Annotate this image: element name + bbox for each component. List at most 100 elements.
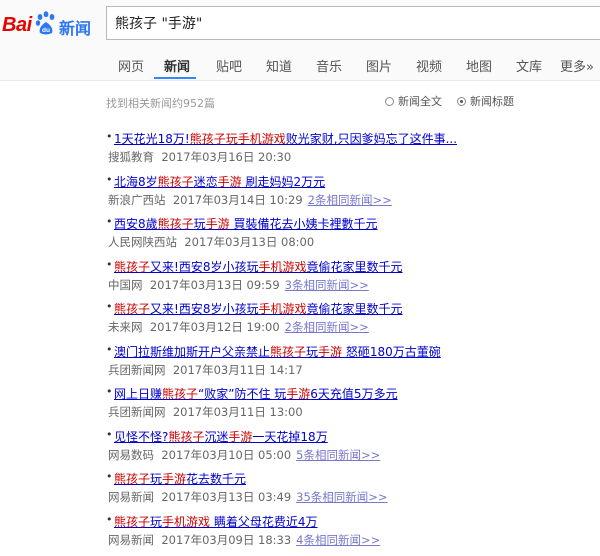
news-time: 2017年03月13日 03:49 xyxy=(161,490,292,504)
baidu-news-logo[interactable]: Bai du 新闻 xyxy=(2,10,102,38)
title-keyword: 手游 xyxy=(228,429,253,444)
title-keyword: 手游 xyxy=(318,344,343,359)
tab-images[interactable]: 图片 xyxy=(366,56,392,75)
news-time: 2017年03月13日 09:59 xyxy=(149,277,280,292)
same-news-link[interactable]: 5条相同新闻>> xyxy=(296,448,380,462)
title-segment: 買裝備花去小姨卡裡數千元 xyxy=(229,217,378,231)
news-result-item: • 西安8歲熊孩子玩手游 買裝備花去小姨卡裡數千元 人民网陕西站 2017年03月1… xyxy=(106,213,586,256)
logo-news-text: 新闻 xyxy=(59,19,92,38)
bullet-icon: • xyxy=(106,300,113,313)
news-result-list: • 1天花光18万!熊孩子玩手机游戏败光家财,只因爹妈忘了这件事... 搜狐教育 2… xyxy=(106,128,586,553)
news-source: 网易新闻 xyxy=(108,532,154,547)
news-meta: 网易数码 2017年03月10日 05:00 5条相同新闻>> xyxy=(108,447,380,463)
title-segment: 6天充值5万多元 xyxy=(310,387,398,401)
tab-more[interactable]: 更多» xyxy=(560,56,594,75)
title-segment: 刷走妈妈2万元 xyxy=(241,174,326,189)
title-segment: 又来!西安8岁小孩玩 xyxy=(150,259,259,274)
same-news-link[interactable]: 35条相同新闻>> xyxy=(296,490,387,504)
news-meta: 网易新闻 2017年03月09日 18:33 4条相同新闻>> xyxy=(108,532,380,548)
radio-dot-title[interactable] xyxy=(457,96,466,106)
radio-dot-fulltext[interactable] xyxy=(385,96,394,106)
tab-web[interactable]: 网页 xyxy=(118,56,144,75)
same-news-link[interactable]: 4条相同新闻>> xyxy=(296,533,380,547)
title-keyword: 熊孩子 xyxy=(114,472,151,486)
title-keyword: 熊孩子 xyxy=(114,259,151,274)
title-keyword: 熊孩子 xyxy=(189,132,226,146)
news-title-link[interactable]: 熊孩子又来!西安8岁小孩玩手机游戏竟偷花家里数千元 xyxy=(114,258,403,275)
title-segment: 1天花光18万! xyxy=(114,132,190,146)
tab-wenku[interactable]: 文库 xyxy=(516,56,542,75)
news-time: 2017年03月11日 13:00 xyxy=(172,405,303,419)
title-segment: 沉迷 xyxy=(204,429,229,444)
news-result-item: • 熊孩子又来!西安8岁小孩玩手机游戏竟偷花家里数千元 中国网 2017年03月13… xyxy=(106,256,586,299)
news-title-link[interactable]: 网上日赚熊孩子“败家”防不住 玩手游6天充值5万多元 xyxy=(114,385,398,402)
news-title-link[interactable]: 1天花光18万!熊孩子玩手机游戏败光家财,只因爹妈忘了这件事... xyxy=(114,130,457,147)
news-title-link[interactable]: 西安8歲熊孩子玩手游 買裝備花去小姨卡裡數千元 xyxy=(114,215,378,232)
news-result-item: • 北海8岁熊孩子迷恋手游 刷走妈妈2万元 新浪广西站 2017年03月14日 10… xyxy=(106,171,586,214)
radio-option-title[interactable]: 新闻标题 xyxy=(457,93,514,109)
bullet-icon: • xyxy=(106,512,113,526)
title-segment: 怒砸180万古董碗 xyxy=(342,344,441,359)
title-segment: 见怪不怪? xyxy=(114,429,169,444)
title-keyword: 熊孩子 xyxy=(168,429,205,444)
news-time: 2017年03月12日 19:00 xyxy=(149,320,280,334)
title-segment: 澳门拉斯维加斯开户父亲禁止 xyxy=(114,344,271,359)
title-segment: 一天花掉18万 xyxy=(252,429,328,444)
header-bar: Bai du 新闻 xyxy=(0,0,600,48)
logo-bai-text: Bai xyxy=(2,14,32,36)
title-keyword: 手机游戏 xyxy=(162,514,211,529)
news-title-link[interactable]: 熊孩子玩手机游戏 瞒着父母花费近4万 xyxy=(114,513,318,530)
title-segment: “败家”防不住 玩 xyxy=(198,387,287,401)
title-keyword: 熊孩子 xyxy=(157,174,194,189)
radio-label-title: 新闻标题 xyxy=(470,95,514,108)
news-title-link[interactable]: 澳门拉斯维加斯开户父亲禁止熊孩子玩手游 怒砸180万古董碗 xyxy=(114,343,441,360)
title-segment: 玩 xyxy=(150,514,163,529)
search-input[interactable] xyxy=(106,6,600,40)
news-result-item: • 网上日赚熊孩子“败家”防不住 玩手游6天充值5万多元 兵团新闻网 2017年03… xyxy=(106,383,586,426)
radio-label-fulltext: 新闻全文 xyxy=(398,95,442,108)
bullet-icon: • xyxy=(106,130,113,143)
title-keyword: 手游 xyxy=(286,387,311,401)
title-keyword: 玩手机游戏 xyxy=(225,132,286,146)
news-source: 网易新闻 xyxy=(108,490,154,504)
news-source: 人民网陕西站 xyxy=(108,235,177,249)
tab-video[interactable]: 视频 xyxy=(416,56,442,75)
active-tab-underline xyxy=(154,77,196,79)
title-keyword: 手游 xyxy=(162,472,187,486)
tab-zhidao[interactable]: 知道 xyxy=(266,56,292,75)
same-news-link[interactable]: 2条相同新闻>> xyxy=(285,320,369,334)
news-meta: 中国网 2017年03月13日 09:59 3条相同新闻>> xyxy=(108,277,369,293)
news-title-link[interactable]: 熊孩子玩手游花去数千元 xyxy=(114,470,246,487)
tab-tieba[interactable]: 贴吧 xyxy=(216,56,242,75)
title-segment: 玩 xyxy=(193,217,206,231)
news-time: 2017年03月16日 20:30 xyxy=(161,150,292,164)
news-source: 未来网 xyxy=(108,320,143,334)
title-segment: 北海8岁 xyxy=(114,174,158,189)
news-time: 2017年03月14日 10:29 xyxy=(172,192,303,207)
bullet-icon: • xyxy=(106,172,113,186)
news-time: 2017年03月11日 14:17 xyxy=(172,362,303,377)
news-meta: 新浪广西站 2017年03月14日 10:29 2条相同新闻>> xyxy=(108,192,392,208)
news-result-item: • 熊孩子玩手机游戏 瞒着父母花费近4万网易新闻 2017年03月09日 18:3… xyxy=(106,511,586,554)
news-source: 兵团新闻网 xyxy=(108,362,166,377)
news-title-link[interactable]: 北海8岁熊孩子迷恋手游 刷走妈妈2万元 xyxy=(114,173,325,190)
title-keyword: 手机游戏 xyxy=(258,259,307,274)
title-segment: 玩 xyxy=(306,344,319,359)
same-news-link[interactable]: 3条相同新闻>> xyxy=(285,278,369,292)
title-segment: 玩 xyxy=(150,472,163,486)
news-meta: 未来网 2017年03月12日 19:00 2条相同新闻>> xyxy=(108,319,369,335)
news-result-item: • 熊孩子又来!西安8岁小孩玩手机游戏竟偷花家里数千元未来网 2017年03月12… xyxy=(106,298,586,341)
bullet-icon: • xyxy=(106,342,113,356)
title-segment: 竟偷花家里数千元 xyxy=(306,259,403,274)
title-keyword: 熊孩子 xyxy=(270,344,307,359)
same-news-link[interactable]: 2条相同新闻>> xyxy=(308,193,392,207)
tab-music[interactable]: 音乐 xyxy=(316,56,342,75)
title-segment: 瞒着父母花费近4万 xyxy=(210,514,318,529)
tab-news[interactable]: 新闻 xyxy=(164,56,190,75)
radio-option-fulltext[interactable]: 新闻全文 xyxy=(385,93,442,109)
news-title-link[interactable]: 见怪不怪?熊孩子沉迷手游一天花掉18万 xyxy=(114,428,328,445)
news-source: 中国网 xyxy=(108,277,143,292)
tab-map[interactable]: 地图 xyxy=(466,56,492,75)
news-title-link[interactable]: 熊孩子又来!西安8岁小孩玩手机游戏竟偷花家里数千元 xyxy=(114,300,403,317)
bullet-icon: • xyxy=(106,385,113,398)
